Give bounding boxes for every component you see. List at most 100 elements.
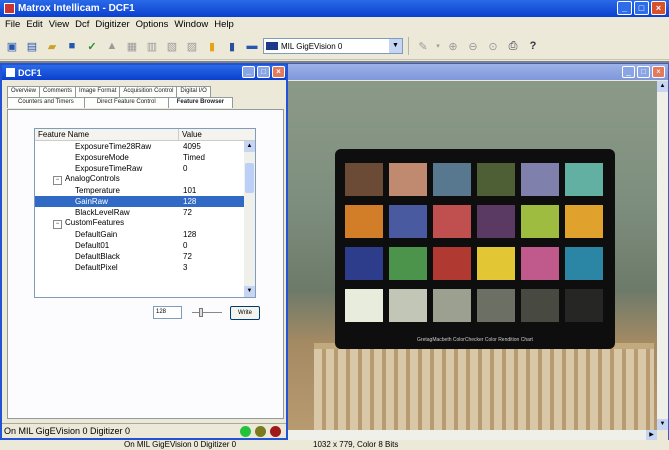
scroll-thumb[interactable]	[245, 163, 254, 193]
open-folder-icon[interactable]: ▰	[43, 37, 61, 55]
tab-acquisition-control[interactable]: Acquisition Control	[119, 86, 178, 97]
app-titlebar: Matrox Intellicam - DCF1 _ □ ×	[0, 0, 669, 17]
table-row[interactable]: ExposureTimeRaw 0	[35, 163, 255, 174]
image-close-button[interactable]: ×	[652, 66, 665, 78]
snap-icon[interactable]: ▦	[123, 37, 141, 55]
patch	[433, 163, 471, 196]
image-vertical-scrollbar[interactable]: ▲ ▼	[657, 81, 668, 430]
col-feature-name[interactable]: Feature Name	[35, 129, 179, 140]
pen-icon[interactable]: ✎	[414, 37, 432, 55]
table-row[interactable]: ExposureMode Timed	[35, 152, 255, 163]
tab-overview[interactable]: Overview	[7, 86, 41, 97]
scroll-up-icon[interactable]: ▲	[244, 141, 255, 152]
scroll-down-icon[interactable]: ▼	[657, 419, 668, 430]
table-row[interactable]: Temperature 101	[35, 185, 255, 196]
digitizer-select[interactable]: MIL GigEVision 0 ▼	[263, 38, 403, 54]
category-row[interactable]: AnalogControls	[35, 174, 255, 185]
close-button[interactable]: ×	[651, 1, 666, 15]
menu-view[interactable]: View	[46, 19, 72, 30]
menu-file[interactable]: File	[2, 19, 23, 30]
menu-digitizer[interactable]: Digitizer	[92, 19, 132, 30]
table-row[interactable]: DefaultPixel 3	[35, 262, 255, 273]
tab-image-format[interactable]: Image Format	[75, 86, 121, 97]
tab-counters-timers[interactable]: Counters and Timers	[7, 97, 85, 108]
dcf-maximize-button[interactable]: □	[257, 66, 270, 78]
tab-digital-io[interactable]: Digital I/O	[176, 86, 211, 97]
app-icon	[4, 3, 15, 14]
category-row[interactable]: CustomFeatures	[35, 218, 255, 229]
menu-help[interactable]: Help	[211, 19, 237, 30]
shelf-slats	[314, 349, 654, 430]
menu-options[interactable]: Options	[133, 19, 172, 30]
tab-comments[interactable]: Comments	[39, 86, 77, 97]
menu-edit[interactable]: Edit	[23, 19, 45, 30]
feature-value: 3	[183, 263, 188, 272]
status-led-olive-icon	[255, 426, 266, 437]
feature-value-input[interactable]: 128	[153, 306, 182, 319]
menu-dcf[interactable]: Dcf	[72, 19, 92, 30]
table-row[interactable]: Default01 0	[35, 240, 255, 251]
save-icon[interactable]: ■	[63, 37, 81, 55]
status-digitizer: On MIL GigEVision 0 Digitizer 0	[124, 440, 237, 449]
display-icon[interactable]: ▥	[143, 37, 161, 55]
tab-feature-browser[interactable]: Feature Browser	[167, 97, 234, 108]
grab-continuous-icon[interactable]: ▬	[243, 37, 261, 55]
camera-image[interactable]: GretagMacbeth ColorChecker Color Renditi…	[284, 81, 657, 430]
patch	[565, 247, 603, 280]
patch	[389, 163, 427, 196]
gige-camera-icon	[266, 42, 278, 50]
feature-value: 72	[183, 208, 192, 217]
help-icon[interactable]: ?	[524, 37, 542, 55]
document-icon	[6, 68, 15, 77]
feature-value: 4095	[183, 142, 201, 151]
scroll-up-icon[interactable]: ▲	[657, 81, 668, 92]
color-bars-icon[interactable]: ▮	[203, 37, 221, 55]
feature-name: BlackLevelRaw	[75, 208, 130, 217]
feature-value-slider[interactable]	[192, 308, 222, 317]
zoom-in-icon[interactable]: ⊕	[444, 37, 462, 55]
camera-icon[interactable]: ▧	[163, 37, 181, 55]
menu-window[interactable]: Window	[171, 19, 211, 30]
scroll-down-icon[interactable]: ▼	[244, 286, 255, 297]
tab-direct-feature-control[interactable]: Direct Feature Control	[83, 97, 169, 108]
chevron-down-icon[interactable]: ▼	[389, 39, 402, 53]
zoom-fit-icon[interactable]: ⊙	[484, 37, 502, 55]
open-dcf-icon[interactable]: ▤	[23, 37, 41, 55]
checkmark-icon[interactable]: ✓	[83, 37, 101, 55]
patch	[433, 247, 471, 280]
new-icon[interactable]: ▣	[3, 37, 21, 55]
digitizer-select-value: MIL GigEVision 0	[281, 41, 343, 51]
patch	[389, 289, 427, 322]
overlay-icon[interactable]: ▨	[183, 37, 201, 55]
dcf-close-button[interactable]: ×	[272, 66, 285, 78]
feature-value: 128	[183, 230, 197, 239]
slider-knob[interactable]	[199, 308, 203, 317]
table-row[interactable]: BlackLevelRaw 72	[35, 207, 255, 218]
menu-bar: File Edit View Dcf Digitizer Options Win…	[0, 17, 669, 32]
patch	[389, 205, 427, 238]
print-icon[interactable]: ⎙	[504, 37, 522, 55]
col-value[interactable]: Value	[179, 129, 245, 140]
grid-scrollbar[interactable]: ▲ ▼	[244, 141, 255, 297]
table-row[interactable]: DefaultBlack 72	[35, 251, 255, 262]
grab-icon[interactable]: ▲	[103, 37, 121, 55]
feature-value: 72	[183, 252, 192, 261]
image-maximize-button[interactable]: □	[637, 66, 650, 78]
table-row-selected[interactable]: GainRaw 128	[35, 196, 255, 207]
table-row[interactable]: ExposureTime28Raw 4095	[35, 141, 255, 152]
dcf-title: DCF1	[18, 67, 42, 78]
dcf-minimize-button[interactable]: _	[242, 66, 255, 78]
feature-grid[interactable]: Feature Name Value ExposureTime28Raw 4095…	[34, 128, 256, 298]
image-minimize-button[interactable]: _	[622, 66, 635, 78]
patch	[389, 247, 427, 280]
patch	[477, 205, 515, 238]
minimize-button[interactable]: _	[617, 1, 632, 15]
table-row[interactable]: DefaultGain 128	[35, 229, 255, 240]
zoom-out-icon[interactable]: ⊖	[464, 37, 482, 55]
dropdown-arrow-icon[interactable]: ▾	[434, 37, 442, 55]
write-button[interactable]: Write	[230, 306, 260, 320]
patch	[345, 163, 383, 196]
status-led-red-icon	[270, 426, 281, 437]
maximize-button[interactable]: □	[634, 1, 649, 15]
monitor-icon[interactable]: ▮	[223, 37, 241, 55]
